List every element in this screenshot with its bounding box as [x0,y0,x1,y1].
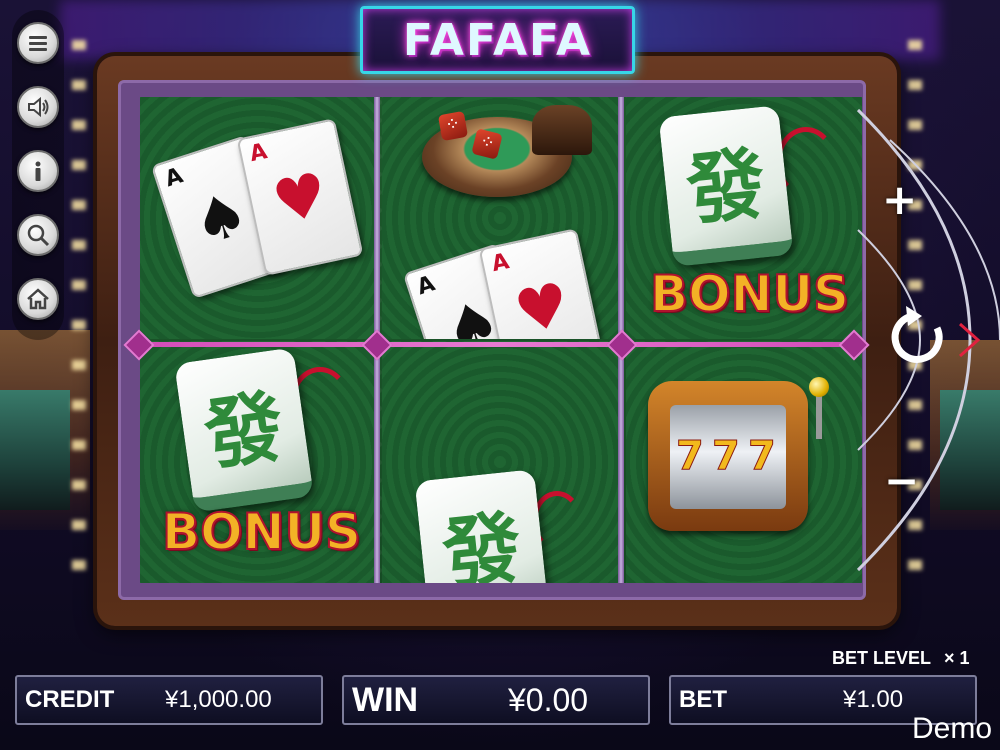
win-panel: WIN ¥0.00 [342,675,650,725]
sound-button[interactable] [17,86,59,128]
reel-3-bottom-cell: 7 7 7 [626,341,862,583]
reel-1-bottom-cell: 發 BONUS [140,341,376,583]
menu-button[interactable] [17,22,59,64]
bonus-text: BONUS [161,502,362,562]
fa-glyph: 發 [438,503,526,583]
fa-tile: 發 [414,469,550,583]
sound-icon [28,96,49,118]
bet-increase-button[interactable]: + [882,175,917,224]
lever-ball [809,377,829,397]
reel-1-top-cell: A ♠ A ♥ [140,97,376,339]
ace-heart-card: A ♥ [478,228,606,339]
zoom-icon [27,224,50,247]
reel-3-top-cell: 發 BONUS [626,97,862,339]
refresh-icon [891,306,943,363]
reel-2-top-cell: A ♠ A ♥ [382,97,618,339]
seven-digit: 7 [748,433,777,480]
dice-lid [532,105,592,155]
fa-tile: 發 [174,347,314,513]
bet-label: BET [679,686,727,713]
reel-2-bottom-cell: 發 [382,341,618,583]
dice-bowl-icon [422,105,592,197]
game-title: FAFAFA [402,14,593,66]
fa-tile: 發 [658,105,794,267]
card-rank: A [414,271,439,301]
spin-button[interactable] [882,300,956,374]
slot-machine-777-symbol: 7 7 7 [648,381,808,531]
bonus-text: BONUS [649,264,850,324]
bet-decrease-button[interactable]: − [884,456,919,505]
slot-window: 7 7 7 [670,405,786,509]
credit-label: CREDIT [25,686,115,713]
win-value: ¥0.00 [508,681,589,718]
background-slot-machine-left [0,390,70,510]
lever-rod [816,395,822,439]
home-button[interactable] [17,278,59,320]
auto-play-button[interactable] [950,312,990,368]
game-logo: FAFAFA [360,6,635,74]
info-button[interactable] [17,150,59,192]
bet-value: ¥1.00 [843,686,904,713]
seven-digit: 7 [676,433,705,480]
card-rank: A [247,139,270,168]
fa-glyph: 發 [199,381,290,482]
zoom-button[interactable] [17,214,59,256]
payline [128,342,863,347]
fa-glyph: 發 [682,139,770,237]
die-icon [437,110,469,142]
credit-value: ¥1,000.00 [165,686,272,713]
win-label: WIN [352,680,419,719]
card-rank: A [489,249,512,278]
demo-mode-label: Demo [912,712,993,745]
card-rank: A [162,163,187,193]
credit-panel: CREDIT ¥1,000.00 [15,675,323,725]
marquee-lights-left [72,40,86,590]
heart-icon: ♥ [266,159,334,239]
home-icon [27,288,49,310]
bet-level-value: × 1 [944,648,970,668]
seven-digit: 7 [712,433,741,480]
menu-icon [29,36,47,51]
chevron-right-icon [959,322,981,358]
heart-icon: ♥ [508,269,576,339]
bet-level-label: BET LEVEL [832,648,932,668]
info-icon [35,161,41,181]
die-icon [471,128,503,160]
